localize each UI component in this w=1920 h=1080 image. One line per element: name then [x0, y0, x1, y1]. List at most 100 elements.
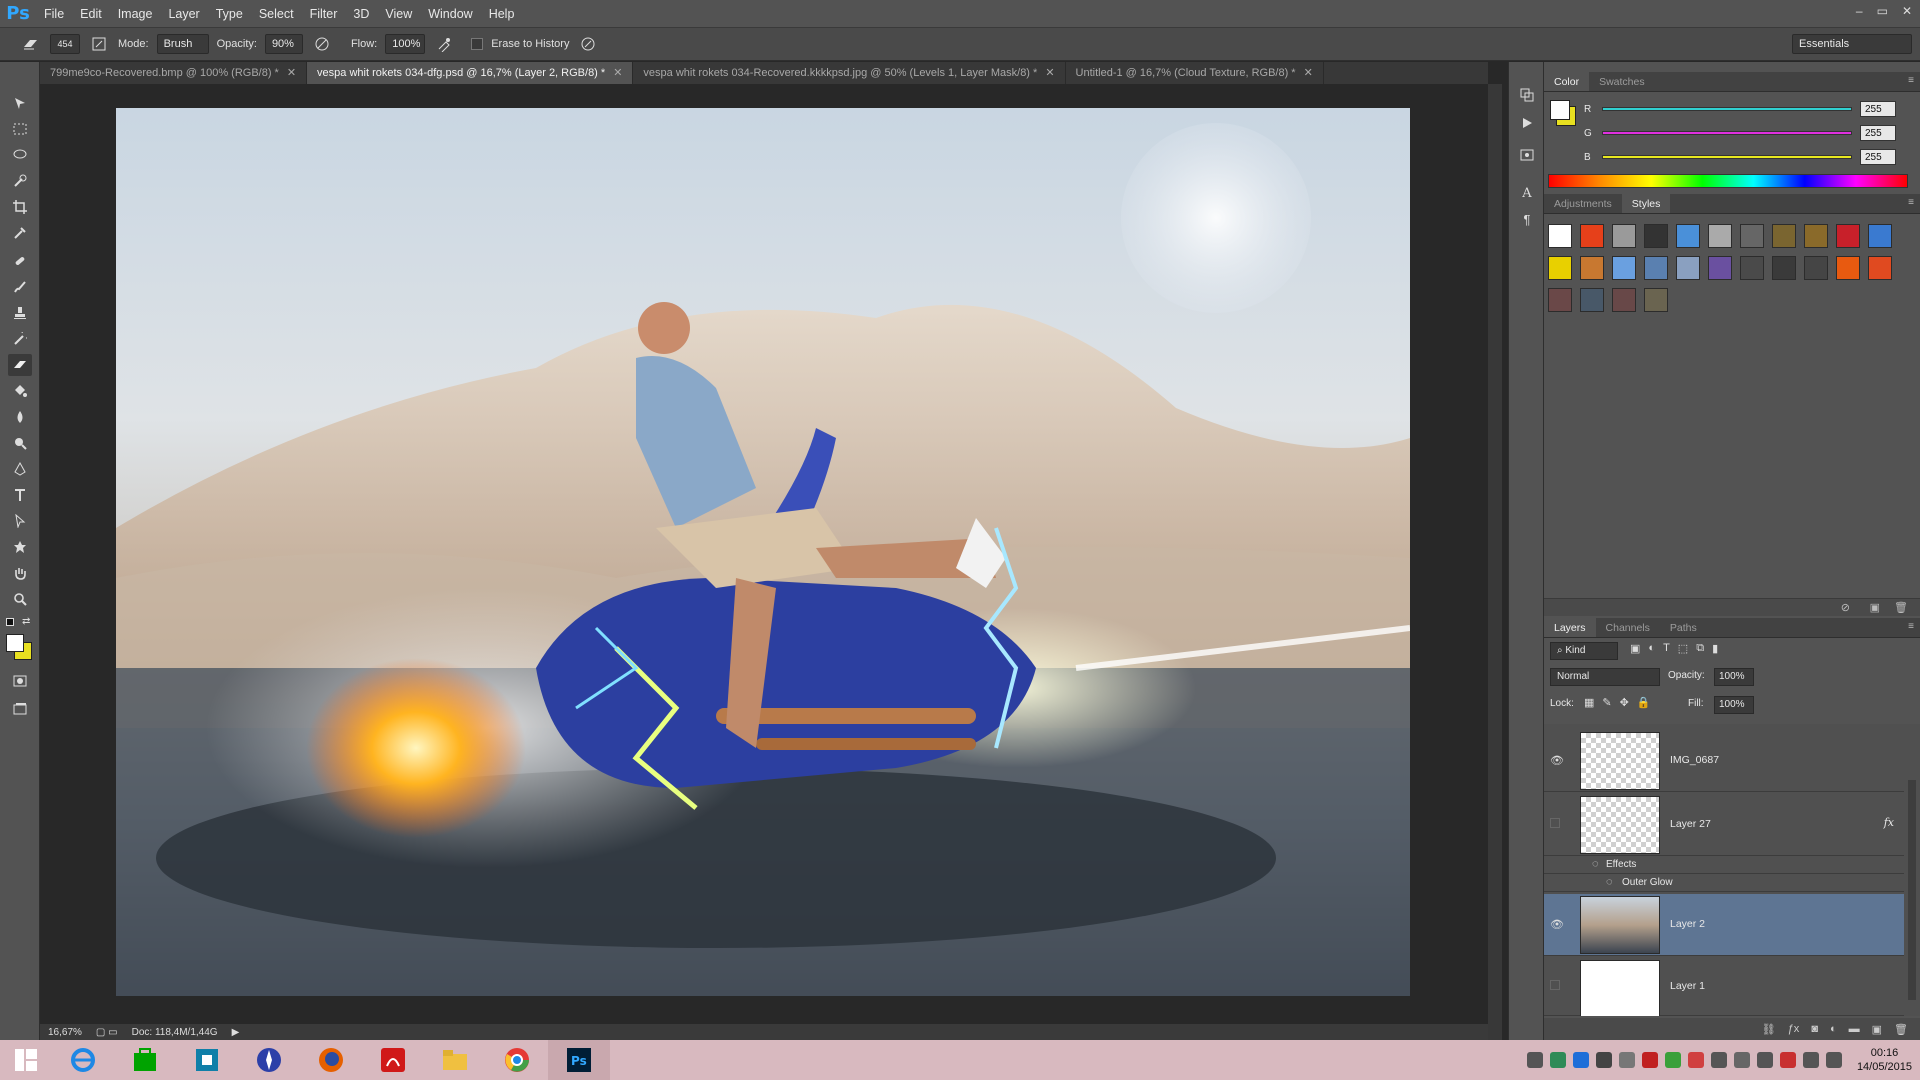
canvas-vertical-scrollbar[interactable] [1488, 84, 1502, 1040]
signal-icon[interactable] [1710, 1052, 1727, 1068]
network-icon[interactable] [1756, 1052, 1773, 1068]
airbrush-icon[interactable] [433, 33, 455, 55]
new-adjustment-icon[interactable]: ◐ [1830, 1023, 1837, 1035]
default-colors-icon[interactable] [6, 618, 14, 626]
battery-icon[interactable] [1802, 1052, 1819, 1068]
tab-close-icon[interactable]: ✕ [1304, 67, 1313, 79]
actions-play-icon[interactable] [1516, 112, 1538, 134]
menu-select[interactable]: Select [251, 0, 302, 28]
visibility-eye-icon[interactable]: 👁 [1550, 918, 1564, 932]
green-value[interactable]: 255 [1860, 125, 1896, 141]
menu-3d[interactable]: 3D [345, 0, 377, 28]
menu-image[interactable]: Image [110, 0, 161, 28]
file-explorer-icon[interactable] [424, 1040, 486, 1080]
status-menu-icon[interactable]: ▶ [232, 1027, 240, 1038]
brush-tool-icon[interactable] [8, 276, 32, 298]
panel-menu-icon[interactable]: ≡ [1908, 621, 1914, 632]
tab-layers[interactable]: Layers [1544, 618, 1596, 637]
style-swatch[interactable] [1612, 288, 1636, 312]
menu-window[interactable]: Window [420, 0, 480, 28]
path-select-tool-icon[interactable] [8, 510, 32, 532]
filter-adjustment-icon[interactable]: ◐ [1648, 642, 1655, 660]
eraser-tool-icon[interactable] [8, 354, 32, 376]
color-spectrum[interactable] [1548, 174, 1908, 188]
tray-app-icon[interactable] [1733, 1052, 1750, 1068]
action-center-icon[interactable] [1779, 1052, 1796, 1068]
firefox-icon[interactable] [300, 1040, 362, 1080]
layer-row[interactable]: Layer 27 fx [1544, 794, 1904, 856]
shape-tool-icon[interactable] [8, 536, 32, 558]
tray-app-icon[interactable] [1641, 1052, 1658, 1068]
effect-eye-icon[interactable]: ◌ [1592, 858, 1599, 870]
opacity-input[interactable]: 90% [264, 34, 303, 54]
new-layer-icon[interactable]: ▣ [1872, 1023, 1882, 1036]
style-swatch[interactable] [1804, 256, 1828, 280]
tab-close-icon[interactable]: ✕ [1045, 67, 1054, 79]
style-swatch[interactable] [1644, 288, 1668, 312]
minimize-icon[interactable]: – [1856, 4, 1863, 18]
zoom-tool-icon[interactable] [8, 588, 32, 610]
visibility-toggle[interactable] [1550, 980, 1560, 990]
tab-close-icon[interactable]: ✕ [613, 67, 622, 79]
tray-app-icon[interactable] [1664, 1052, 1681, 1068]
clear-style-icon[interactable]: ⊘ [1841, 601, 1850, 614]
visibility-toggle[interactable] [1550, 818, 1560, 828]
flow-input[interactable]: 100% [385, 34, 426, 54]
new-group-icon[interactable]: ▬ [1849, 1023, 1860, 1035]
layer-opacity-input[interactable]: 100% [1714, 668, 1754, 686]
red-slider[interactable]: R 255 [1584, 100, 1914, 118]
tray-app-icon[interactable] [1526, 1052, 1543, 1068]
style-swatch[interactable] [1740, 256, 1764, 280]
add-mask-icon[interactable]: ◙ [1811, 1023, 1818, 1035]
new-style-icon[interactable]: ▣ [1870, 601, 1880, 614]
lock-image-icon[interactable]: ✎ [1602, 696, 1611, 709]
tab-close-icon[interactable]: ✕ [287, 67, 296, 79]
healing-brush-tool-icon[interactable] [8, 250, 32, 272]
style-swatch[interactable] [1836, 224, 1860, 248]
filter-smart-icon[interactable]: ⧉ [1696, 642, 1704, 660]
delete-style-icon[interactable]: 🗑 [1894, 601, 1908, 614]
fx-icon[interactable]: fx [1884, 816, 1894, 829]
style-swatch[interactable] [1708, 256, 1732, 280]
tab-swatches[interactable]: Swatches [1589, 72, 1655, 91]
compass-app-icon[interactable] [238, 1040, 300, 1080]
layer-row-selected[interactable]: 👁 Layer 2 [1544, 894, 1904, 956]
layer-row[interactable]: Layer 1 [1544, 958, 1904, 1016]
pressure-opacity-icon[interactable] [311, 33, 333, 55]
filter-shape-icon[interactable]: ⬚ [1678, 642, 1688, 660]
style-swatch[interactable] [1772, 224, 1796, 248]
quick-select-tool-icon[interactable] [8, 170, 32, 192]
style-swatch[interactable] [1580, 224, 1604, 248]
lock-all-icon[interactable]: 🔒 [1637, 696, 1651, 709]
lock-position-icon[interactable]: ✥ [1620, 696, 1629, 709]
style-swatch[interactable] [1612, 224, 1636, 248]
quick-mask-icon[interactable] [8, 670, 32, 692]
history-icon[interactable] [1516, 84, 1538, 106]
layer-row[interactable]: 👁 IMG_0687 [1544, 730, 1904, 792]
tab-document-1[interactable]: 799me9co-Recovered.bmp @ 100% (RGB/8) * ✕ [40, 62, 308, 84]
style-swatch[interactable] [1868, 224, 1892, 248]
panel-menu-icon[interactable]: ≡ [1908, 197, 1914, 208]
effect-outer-glow-row[interactable]: ◌ Outer Glow [1544, 874, 1904, 892]
paragraph-icon[interactable]: ¶ [1516, 208, 1538, 230]
panel-menu-icon[interactable]: ≡ [1908, 75, 1914, 86]
start-icon[interactable] [0, 1040, 52, 1080]
effect-eye-icon[interactable]: ◌ [1606, 876, 1613, 888]
tray-app-icon[interactable] [1549, 1052, 1566, 1068]
menu-filter[interactable]: Filter [302, 0, 346, 28]
screen-mode-icon[interactable] [8, 698, 32, 720]
cloud-icon[interactable] [1618, 1052, 1635, 1068]
layer-filter-kind[interactable]: ⌕ Kind [1550, 642, 1618, 660]
type-tool-icon[interactable] [8, 484, 32, 506]
blue-slider[interactable]: B 255 [1584, 148, 1914, 166]
green-track[interactable] [1602, 131, 1852, 135]
tab-styles[interactable]: Styles [1621, 194, 1671, 213]
style-swatch[interactable] [1804, 224, 1828, 248]
restore-icon[interactable]: ▭ [1877, 4, 1888, 18]
pressure-size-icon[interactable] [577, 33, 599, 55]
brush-panel-icon[interactable] [88, 33, 110, 55]
pen-tool-icon[interactable] [8, 458, 32, 480]
blur-tool-icon[interactable] [8, 406, 32, 428]
clock[interactable]: 00:16 14/05/2015 [1857, 1046, 1912, 1074]
tab-document-4[interactable]: Untitled-1 @ 16,7% (Cloud Texture, RGB/8… [1066, 62, 1324, 84]
